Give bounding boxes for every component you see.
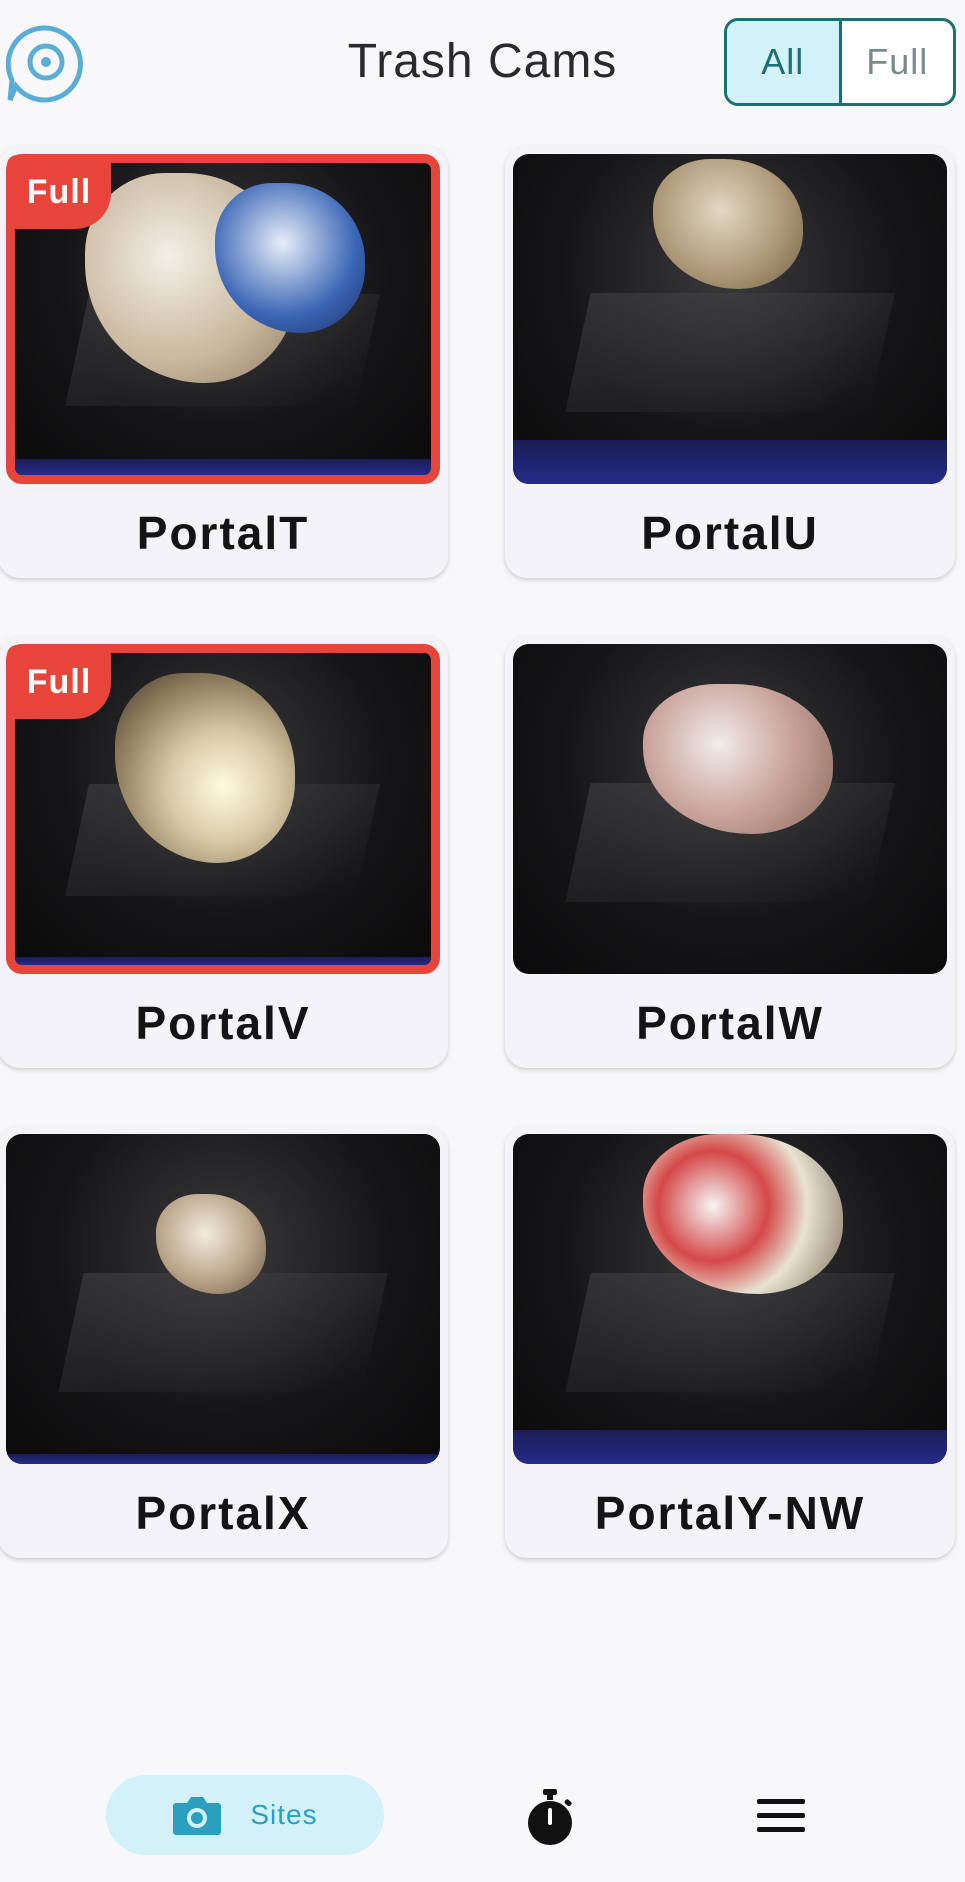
camera-image	[513, 644, 947, 974]
card-title: PortalV	[135, 997, 311, 1049]
camera-image	[6, 1134, 440, 1464]
bottom-navigation: Sites	[0, 1760, 965, 1882]
nav-sites-tab[interactable]: Sites	[106, 1775, 384, 1855]
camera-card-portaly-nw[interactable]: PortalY-NW	[505, 1126, 955, 1558]
camera-card-portalv[interactable]: Full PortalV	[0, 636, 448, 1068]
camera-image	[513, 1134, 947, 1464]
card-title: PortalT	[136, 507, 310, 559]
menu-icon[interactable]	[756, 1798, 806, 1834]
full-badge: Full	[7, 645, 111, 719]
filter-all-button[interactable]: All	[727, 21, 842, 103]
app-header: Trash Cams All Full	[0, 0, 965, 130]
camera-icon	[173, 1797, 222, 1835]
full-badge: Full	[7, 155, 111, 229]
filter-full-button[interactable]: Full	[842, 21, 954, 103]
card-title: PortalW	[636, 997, 824, 1049]
camera-card-portalt[interactable]: Full PortalT	[0, 146, 448, 578]
card-title: PortalY-NW	[594, 1487, 866, 1539]
camera-card-portalu[interactable]: PortalU	[505, 146, 955, 578]
card-title: PortalX	[135, 1487, 311, 1539]
nav-sites-label: Sites	[250, 1799, 318, 1830]
filter-segmented-control[interactable]: All Full	[724, 18, 956, 106]
card-title: PortalU	[641, 507, 819, 559]
camera-image	[513, 154, 947, 484]
camera-card-portalw[interactable]: PortalW	[505, 636, 955, 1068]
stopwatch-icon[interactable]	[524, 1788, 576, 1846]
camera-card-portalx[interactable]: PortalX	[0, 1126, 448, 1558]
